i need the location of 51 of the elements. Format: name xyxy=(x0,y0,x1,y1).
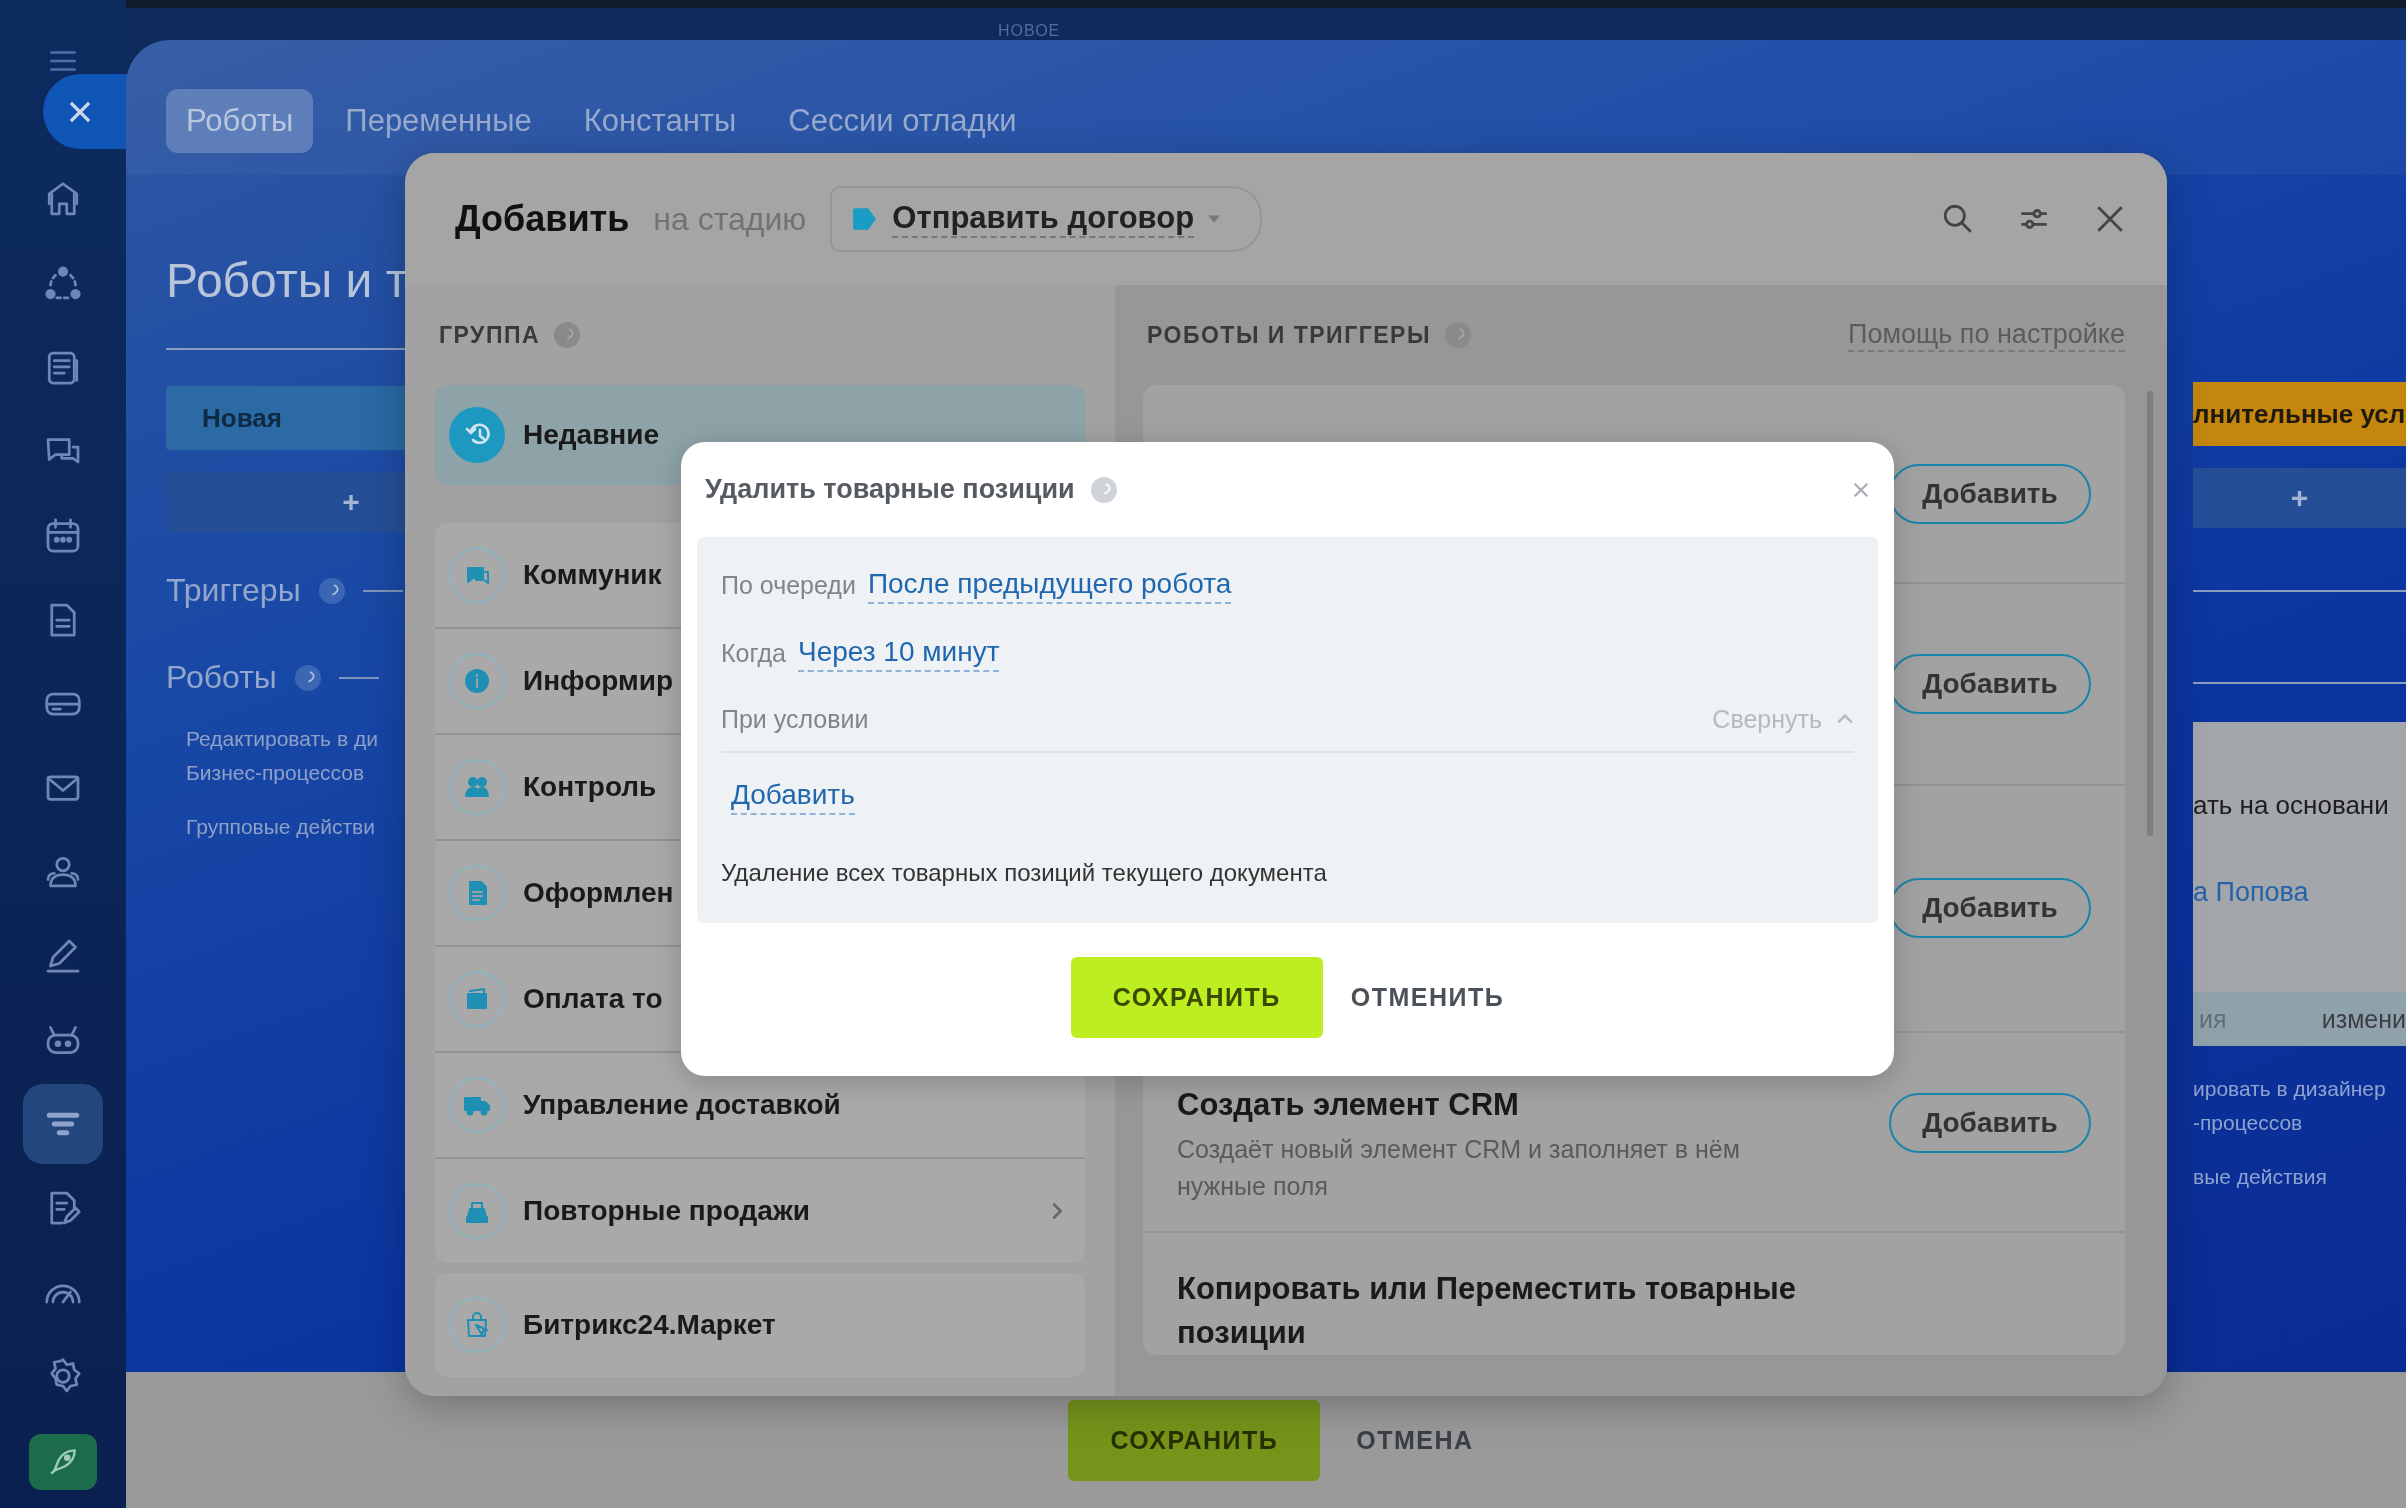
field-label: По очереди xyxy=(721,570,856,600)
dialog-title: Добавить xyxy=(455,198,630,240)
link[interactable]: вые действия xyxy=(2193,1160,2406,1194)
wallet-icon xyxy=(449,971,505,1027)
description: Удаление всех товарных позиций текущего документа xyxy=(721,859,1328,887)
link[interactable]: а Попова xyxy=(2193,877,2406,908)
column-heading: ГРУППА xyxy=(438,321,541,349)
scrollbar[interactable] xyxy=(2147,391,2153,836)
stage-dropdown[interactable]: Отправить договор xyxy=(830,186,1263,252)
tab[interactable]: Сессии отладки xyxy=(768,88,1037,153)
truck-icon xyxy=(449,1077,505,1133)
add-condition-link[interactable]: Добавить xyxy=(731,777,855,815)
group-item[interactable]: Повторные продажи xyxy=(435,1159,1085,1263)
save-button[interactable]: СОХРАНИТЬ xyxy=(1070,957,1323,1038)
robot-description: Создаёт новый элемент CRM и заполняет в нём нужные поля xyxy=(1177,1133,1741,1202)
section-heading: Роботы xyxy=(166,659,277,696)
card-text: ать на основани xyxy=(2193,790,2390,821)
dropdown-link[interactable]: Через 10 минут xyxy=(797,634,1000,672)
caret-icon xyxy=(1208,215,1221,223)
robot-title: Копировать или Переместить товарные позиции xyxy=(1177,1270,1798,1352)
register-icon xyxy=(449,1183,505,1239)
dropdown-link[interactable]: После предыдущего робота xyxy=(867,566,1232,604)
section-heading: Триггеры xyxy=(166,572,301,609)
history-icon xyxy=(449,407,505,463)
column-heading: РОБОТЫ И ТРИГГЕРЫ xyxy=(1146,321,1431,349)
save-button[interactable]: СОХРАНИТЬ xyxy=(1068,1399,1321,1481)
add-button[interactable]: Добавить xyxy=(1889,1092,2091,1153)
add-stage-button[interactable]: + xyxy=(2193,468,2406,528)
field-label: При условии xyxy=(721,704,869,734)
stage-column: лнительные усл xyxy=(2193,382,2406,446)
group-item[interactable]: Битрикс24.Маркет xyxy=(435,1273,1085,1377)
tab[interactable]: измени xyxy=(2321,1004,2406,1034)
close-icon[interactable] xyxy=(1852,480,1870,499)
tab[interactable]: Роботы xyxy=(166,88,314,153)
tab[interactable]: Переменные xyxy=(325,88,552,153)
help-link[interactable]: Помощь по настройке xyxy=(1848,318,2125,352)
cancel-button[interactable]: ОТМЕНА xyxy=(1356,1425,1474,1455)
robot-title: Создать элемент CRM xyxy=(1177,1085,1520,1124)
info-icon xyxy=(449,653,505,709)
new-label: НОВОЕ xyxy=(998,22,1061,40)
document-icon xyxy=(449,865,505,921)
people-icon xyxy=(449,759,505,815)
nav-button[interactable] xyxy=(23,1084,103,1164)
tab[interactable]: Константы xyxy=(563,88,757,153)
rocket-button[interactable] xyxy=(29,1434,97,1490)
link[interactable]: ировать в дизайнер -процессов xyxy=(2193,1072,2406,1140)
page-title: Роботы и т xyxy=(166,253,409,308)
field-label: Когда xyxy=(721,638,786,668)
chat-icon xyxy=(449,547,505,603)
bag-icon xyxy=(449,1297,505,1353)
cancel-button[interactable]: ОТМЕНИТЬ xyxy=(1350,983,1505,1012)
